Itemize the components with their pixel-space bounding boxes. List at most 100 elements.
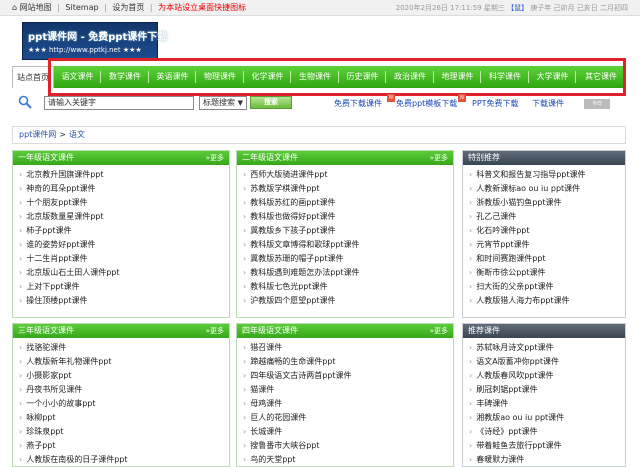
list-item[interactable]: › 人教版猎人海力布ppt课件 [469,294,621,308]
new-badge-icon: N [387,94,395,102]
list-item[interactable]: › 和时间赛跑课件ppt [469,252,621,266]
list-item[interactable]: › 一个小小的故事ppt [19,397,225,411]
course-list: › 科普文和报告复习指导ppt课件 › 人教新课标ao ou iu ppt课件 › 浙… [469,168,621,308]
list-item[interactable]: › 语文A版蓄冲你ppt课件 [469,355,621,369]
list-item[interactable]: › 苏教版学棋课件ppt [243,182,449,196]
highlight-box [48,58,626,96]
panel-grade2: 二年级语文课件 »更多 › 西师大版骑进课件ppt › 苏教版学棋课件ppt › 教科… [236,150,454,318]
search-input[interactable]: 请输入关键字 [44,96,194,110]
weekday-text: 星期三 [483,4,505,12]
list-item[interactable]: › 丹夜书所见课件 [19,383,225,397]
list-item[interactable]: › 孔乙己课件 [469,210,621,224]
list-item[interactable]: › 教科版苏红的画ppt课件 [243,196,449,210]
list-item[interactable]: › 北京版山石土田人课件ppt [19,266,225,280]
list-item[interactable]: › 咏柳ppt [19,411,225,425]
template-download-link[interactable]: 免费ppt模板下载 [396,98,457,109]
list-item[interactable]: › 鸟的天堂ppt [243,453,449,467]
top-links: ⌂ 网站地图 | Sitemap | 设为首页 | 为本站设立桌面快捷图标 [12,3,247,12]
list-item[interactable]: › 四年级语文古诗两首ppt课件 [243,369,449,383]
list-item[interactable]: › 长城课件 [243,425,449,439]
list-item[interactable]: › 《诗经》ppt课件 [469,425,621,439]
breadcrumb-root[interactable]: ppt课件网 [19,130,56,139]
list-item[interactable]: › 扫大街的父亲ppt课件 [469,280,621,294]
list-item[interactable]: › 教科版文章博得和歌球ppt课件 [243,238,449,252]
chevron-down-icon: ▼ [237,99,243,107]
panel-title: 四年级语文课件 [242,326,298,335]
search-type-select[interactable]: 标题搜索 ▼ [199,96,247,110]
ppt-download-link[interactable]: PPT免费下载 [472,98,519,109]
desktop-shortcut-link[interactable]: 为本站设立桌面快捷图标 [158,3,246,12]
list-item[interactable]: › 带着鲑鱼去旅行ppt课件 [469,439,621,453]
panel-grade4: 四年级语文课件 »更多 › 猎召课件 › 蹄越痛畅的生命课件ppt › 四年级语文古诗… [236,323,454,467]
date-info: 2020年2月26日 17:11:59 星期三 【鼠】 庚子年 己卯月 己亥日 … [396,0,628,16]
list-item[interactable]: › 冀教版乡下孩子ppt课件 [243,224,449,238]
free-download-link[interactable]: 免费下载课件 [334,98,382,109]
panel-header: 四年级语文课件 »更多 [237,324,453,338]
list-item[interactable]: › 猫课件 [243,383,449,397]
list-item[interactable]: › 十二生肖ppt课件 [19,252,225,266]
list-item[interactable]: › 柿子ppt课件 [19,224,225,238]
panel-grade3: 三年级语文课件 »更多 › 找骆驼课件 › 人教版新年礼物课件ppt › 小摄影家pp… [12,323,230,467]
list-item[interactable]: › 丰碑课件 [469,397,621,411]
list-item[interactable]: › 谁的姿势好ppt课件 [19,238,225,252]
list-item[interactable]: › 教科版也做得好ppt课件 [243,210,449,224]
list-item[interactable]: › 猎召课件 [243,341,449,355]
list-item[interactable]: › 浙教版小猫钓鱼ppt课件 [469,196,621,210]
list-item[interactable]: › 母鸡课件 [243,397,449,411]
list-item[interactable]: › 珍珠泉ppt [19,425,225,439]
list-item[interactable]: › 找骆驼课件 [19,341,225,355]
list-item[interactable]: › 人教版新年礼物课件ppt [19,355,225,369]
list-item[interactable]: › 搜鲁番市大峡谷ppt [243,439,449,453]
search-icon [18,95,32,109]
panel-header: 三年级语文课件 »更多 [13,324,229,338]
more-link[interactable]: »更多 [206,151,224,165]
list-item[interactable]: › 小摄影家ppt [19,369,225,383]
course-list: › 西师大版骑进课件ppt › 苏教版学棋课件ppt › 教科版苏红的画ppt课件 ›… [243,168,449,308]
breadcrumb-current[interactable]: 语文 [69,130,85,139]
panel-header: 二年级语文课件 »更多 [237,151,453,165]
list-item[interactable]: › 湘教版ao ou iu ppt课件 [469,411,621,425]
list-item[interactable]: › 刷冠刺锯ppt课件 [469,383,621,397]
list-item[interactable]: › 巨人的花园课件 [243,411,449,425]
list-item[interactable]: › 教科版遇到难题怎办法ppt课件 [243,266,449,280]
list-item[interactable]: › 上对下ppt课件 [19,280,225,294]
list-item[interactable]: › 北京版数量星课件ppt [19,210,225,224]
panel-title: 推荐课件 [468,326,500,335]
panel-recommended: 推荐课件 › 苏轼咏月诗文ppt课件 › 语文A版蓄冲你ppt课件 › 人教版春风吹p… [462,323,626,467]
today-button[interactable]: 今日 [584,99,610,109]
list-item[interactable]: › 沪教版四个愿望ppt课件 [243,294,449,308]
site-map-link[interactable]: 网站地图 [20,3,52,12]
list-item[interactable]: › 冀教版苏珊的帽子ppt课件 [243,252,449,266]
list-item[interactable]: › 燕子ppt [19,439,225,453]
panel-header: 推荐课件 [463,324,625,338]
list-item[interactable]: › 北京教升国旗课件ppt [19,168,225,182]
sitemap-link[interactable]: Sitemap [65,3,98,12]
list-item[interactable]: › 元宵节ppt课件 [469,238,621,252]
list-item[interactable]: › 化石吟课件ppt [469,224,621,238]
more-link[interactable]: »更多 [430,324,448,338]
list-item[interactable]: › 十个朋友ppt课件 [19,196,225,210]
panel-header: 一年级语文课件 »更多 [13,151,229,165]
search-button[interactable]: 搜索 [250,96,292,109]
set-home-link[interactable]: 设为首页 [112,3,144,12]
list-item[interactable]: › 操住顶楼ppt课件 [19,294,225,308]
panel-title: 一年级语文课件 [18,153,74,162]
panel-title: 三年级语文课件 [18,326,74,335]
courseware-download-link[interactable]: 下载课件 [532,98,564,109]
top-bar: ⌂ 网站地图 | Sitemap | 设为首页 | 为本站设立桌面快捷图标 20… [0,0,640,16]
more-link[interactable]: »更多 [430,151,448,165]
list-item[interactable]: › 衡断市徐公ppt课件 [469,266,621,280]
list-item[interactable]: › 西师大版骑进课件ppt [243,168,449,182]
site-logo[interactable]: ppt课件网 - 免费ppt课件下载 ★★★ http://www.pptkj.… [22,22,167,60]
list-item[interactable]: › 人教版在南极的日子课件ppt [19,453,225,467]
list-item[interactable]: › 人教新课标ao ou iu ppt课件 [469,182,621,196]
list-item[interactable]: › 春暖默力课件 [469,453,621,467]
list-item[interactable]: › 人教版春风吹ppt课件 [469,369,621,383]
list-item[interactable]: › 神奇的耳朵ppt课件 [19,182,225,196]
list-item[interactable]: › 教科版七色光ppt课件 [243,280,449,294]
list-item[interactable]: › 蹄越痛畅的生命课件ppt [243,355,449,369]
list-item[interactable]: › 苏轼咏月诗文ppt课件 [469,341,621,355]
more-link[interactable]: »更多 [206,324,224,338]
course-list: › 找骆驼课件 › 人教版新年礼物课件ppt › 小摄影家ppt › 丹夜书所见课件 ›… [19,341,225,467]
list-item[interactable]: › 科普文和报告复习指导ppt课件 [469,168,621,182]
